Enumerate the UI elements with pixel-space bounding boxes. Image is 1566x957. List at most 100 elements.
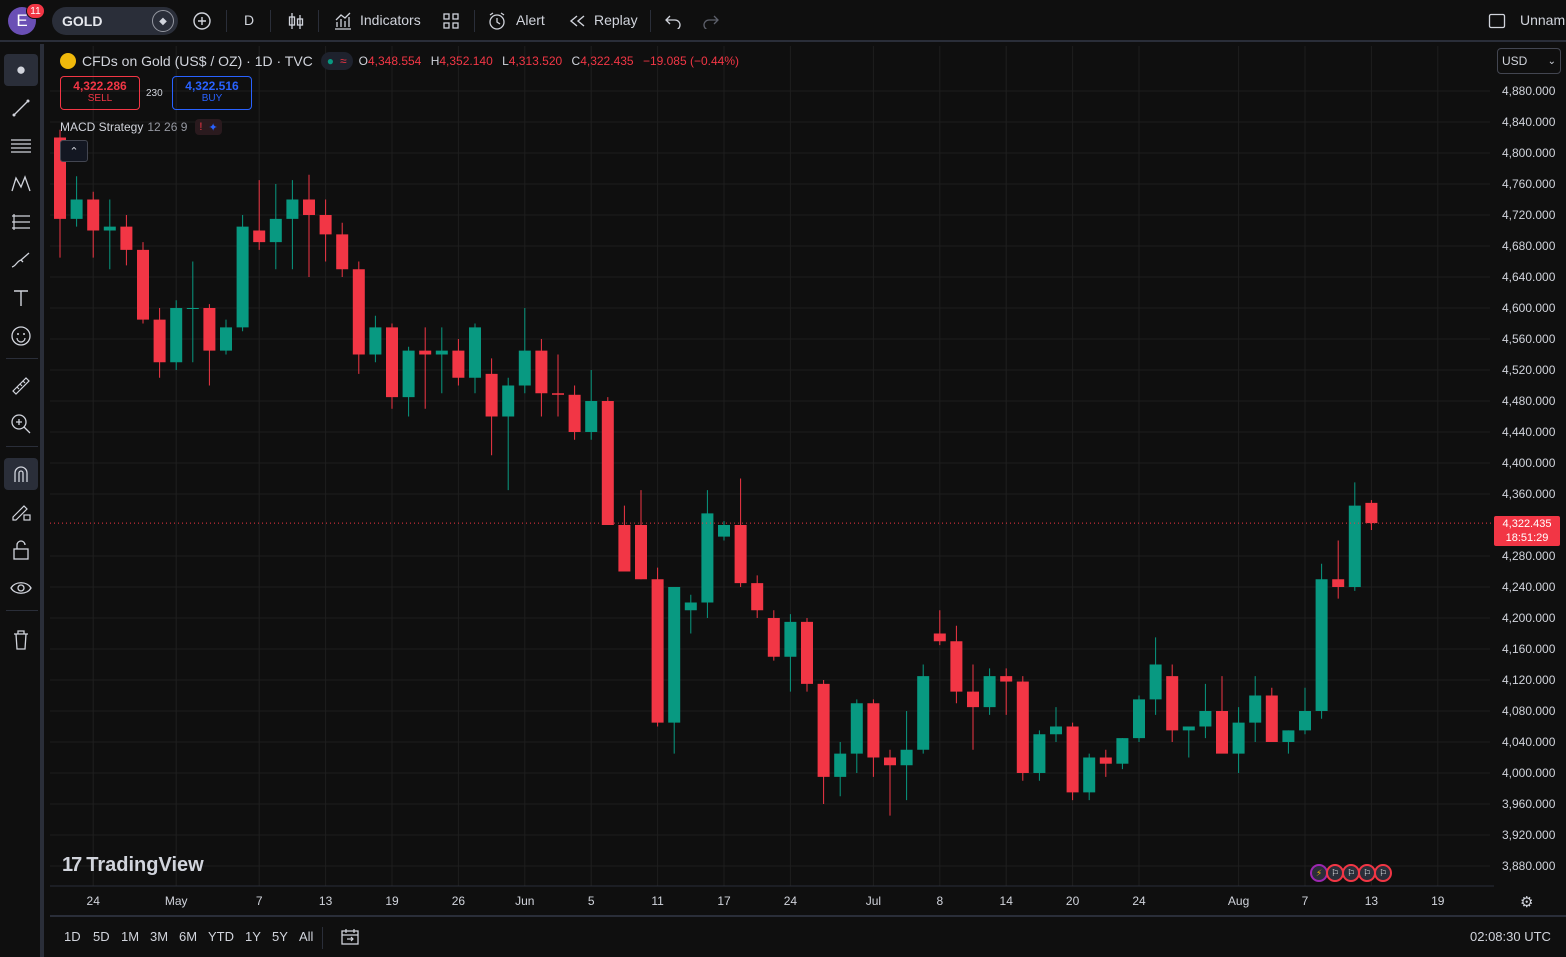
- candle[interactable]: [552, 354, 564, 417]
- candle[interactable]: [900, 711, 913, 801]
- candle[interactable]: [1066, 722, 1079, 801]
- range-1d[interactable]: 1D: [64, 929, 81, 944]
- gear-icon[interactable]: ⚙: [1520, 893, 1533, 911]
- candle[interactable]: [1116, 738, 1129, 770]
- fullscreen-square-icon[interactable]: [1486, 9, 1508, 33]
- ruler-icon[interactable]: [4, 370, 38, 402]
- candle[interactable]: [933, 610, 946, 646]
- trash-icon[interactable]: [4, 624, 38, 656]
- candle[interactable]: [1315, 563, 1328, 719]
- candle[interactable]: [352, 261, 365, 374]
- candle[interactable]: [801, 618, 813, 692]
- candle[interactable]: [1365, 500, 1378, 531]
- range-1m[interactable]: 1M: [121, 929, 139, 944]
- candle[interactable]: [668, 587, 681, 754]
- emoji-icon[interactable]: [4, 320, 38, 352]
- us-flag-event-icon[interactable]: ⚐: [1374, 864, 1392, 882]
- candle[interactable]: [1299, 687, 1311, 735]
- candle[interactable]: [751, 575, 764, 618]
- candle[interactable]: [220, 319, 232, 355]
- candle[interactable]: [850, 699, 863, 773]
- economic-events[interactable]: ⚡ ⚐ ⚐ ⚐ ⚐: [1310, 864, 1392, 882]
- candle[interactable]: [1216, 676, 1228, 754]
- range-all[interactable]: All: [299, 929, 313, 944]
- candle[interactable]: [87, 191, 100, 258]
- collapse-legend-button[interactable]: ⌃: [60, 140, 88, 162]
- candle[interactable]: [568, 385, 581, 440]
- candle[interactable]: [1282, 730, 1295, 754]
- range-1y[interactable]: 1Y: [245, 929, 261, 944]
- candle[interactable]: [817, 680, 830, 804]
- range-6m[interactable]: 6M: [179, 929, 197, 944]
- candle[interactable]: [983, 668, 996, 715]
- unlock-icon[interactable]: [4, 534, 38, 566]
- horizontal-lines-icon[interactable]: [4, 130, 38, 162]
- candle[interactable]: [1050, 707, 1062, 742]
- candle[interactable]: [701, 490, 714, 618]
- layout-name[interactable]: Unnam: [1520, 12, 1565, 28]
- utc-clock[interactable]: 02:08:30 UTC: [1470, 929, 1551, 944]
- date-range-calendar-icon[interactable]: [340, 927, 360, 952]
- buy-button[interactable]: 4,322.516 BUY: [172, 76, 252, 110]
- candle[interactable]: [718, 521, 730, 541]
- candle[interactable]: [103, 199, 116, 270]
- replay-rewind-icon[interactable]: [566, 9, 588, 33]
- lock-drawing-pencil-icon[interactable]: [4, 496, 38, 528]
- strategy-status[interactable]: ! ✦: [195, 119, 222, 135]
- text-tool-icon[interactable]: [4, 282, 38, 314]
- tradingview-logo[interactable]: 17 TradingView: [62, 854, 204, 877]
- compare-add-icon[interactable]: [190, 9, 214, 33]
- sell-button[interactable]: 4,322.286 SELL: [60, 76, 140, 110]
- eye-icon[interactable]: [4, 572, 38, 604]
- candle[interactable]: [153, 308, 166, 378]
- interval-button[interactable]: D: [244, 12, 254, 28]
- candle[interactable]: [1016, 676, 1029, 781]
- candle[interactable]: [1199, 683, 1212, 739]
- candle[interactable]: [269, 184, 282, 270]
- candle[interactable]: [336, 222, 349, 277]
- candle[interactable]: [518, 308, 531, 394]
- candle[interactable]: [435, 327, 448, 394]
- pattern-tool-icon[interactable]: [4, 168, 38, 200]
- brush-icon[interactable]: [4, 244, 38, 276]
- candle[interactable]: [137, 242, 149, 324]
- range-3m[interactable]: 3M: [150, 929, 168, 944]
- candle[interactable]: [236, 215, 249, 332]
- candle[interactable]: [651, 567, 664, 727]
- range-ytd[interactable]: YTD: [208, 929, 234, 944]
- layouts-grid-icon[interactable]: [440, 9, 462, 33]
- zoom-in-icon[interactable]: [4, 408, 38, 440]
- candle[interactable]: [585, 370, 598, 440]
- candle[interactable]: [1166, 664, 1179, 743]
- range-5d[interactable]: 5D: [93, 929, 110, 944]
- price-chart[interactable]: 3,880.000 3,920.000 3,960.000 4,000.000 4,04…: [50, 46, 1566, 912]
- candle[interactable]: [1332, 540, 1345, 599]
- candle[interactable]: [1232, 707, 1245, 773]
- candle[interactable]: [1249, 676, 1262, 742]
- candle[interactable]: [469, 323, 481, 394]
- candle[interactable]: [369, 315, 382, 363]
- alert-button[interactable]: Alert: [516, 12, 545, 28]
- candle[interactable]: [303, 174, 315, 277]
- candle[interactable]: [386, 323, 398, 409]
- indicators-icon[interactable]: [332, 9, 354, 33]
- candle[interactable]: [950, 625, 963, 704]
- candle[interactable]: [867, 699, 880, 777]
- candle[interactable]: [834, 742, 847, 797]
- candle[interactable]: [535, 339, 548, 417]
- candle[interactable]: [618, 505, 631, 572]
- candle[interactable]: [601, 397, 614, 525]
- alarm-clock-icon[interactable]: [486, 9, 508, 33]
- candle[interactable]: [1083, 753, 1096, 801]
- candle[interactable]: [917, 664, 930, 754]
- candle[interactable]: [684, 594, 697, 634]
- candles-icon[interactable]: [284, 9, 308, 33]
- candle[interactable]: [402, 346, 415, 417]
- undo-icon[interactable]: [662, 9, 684, 33]
- indicators-button[interactable]: Indicators: [360, 12, 421, 28]
- chart-pane[interactable]: 3,880.000 3,920.000 3,960.000 4,000.000 4,04…: [50, 46, 1566, 912]
- strategy-legend[interactable]: MACD Strategy 12 26 9 ! ✦: [60, 119, 222, 135]
- symbol-search[interactable]: GOLD ◆: [52, 7, 178, 35]
- candle[interactable]: [452, 339, 465, 386]
- redo-icon[interactable]: [700, 9, 722, 33]
